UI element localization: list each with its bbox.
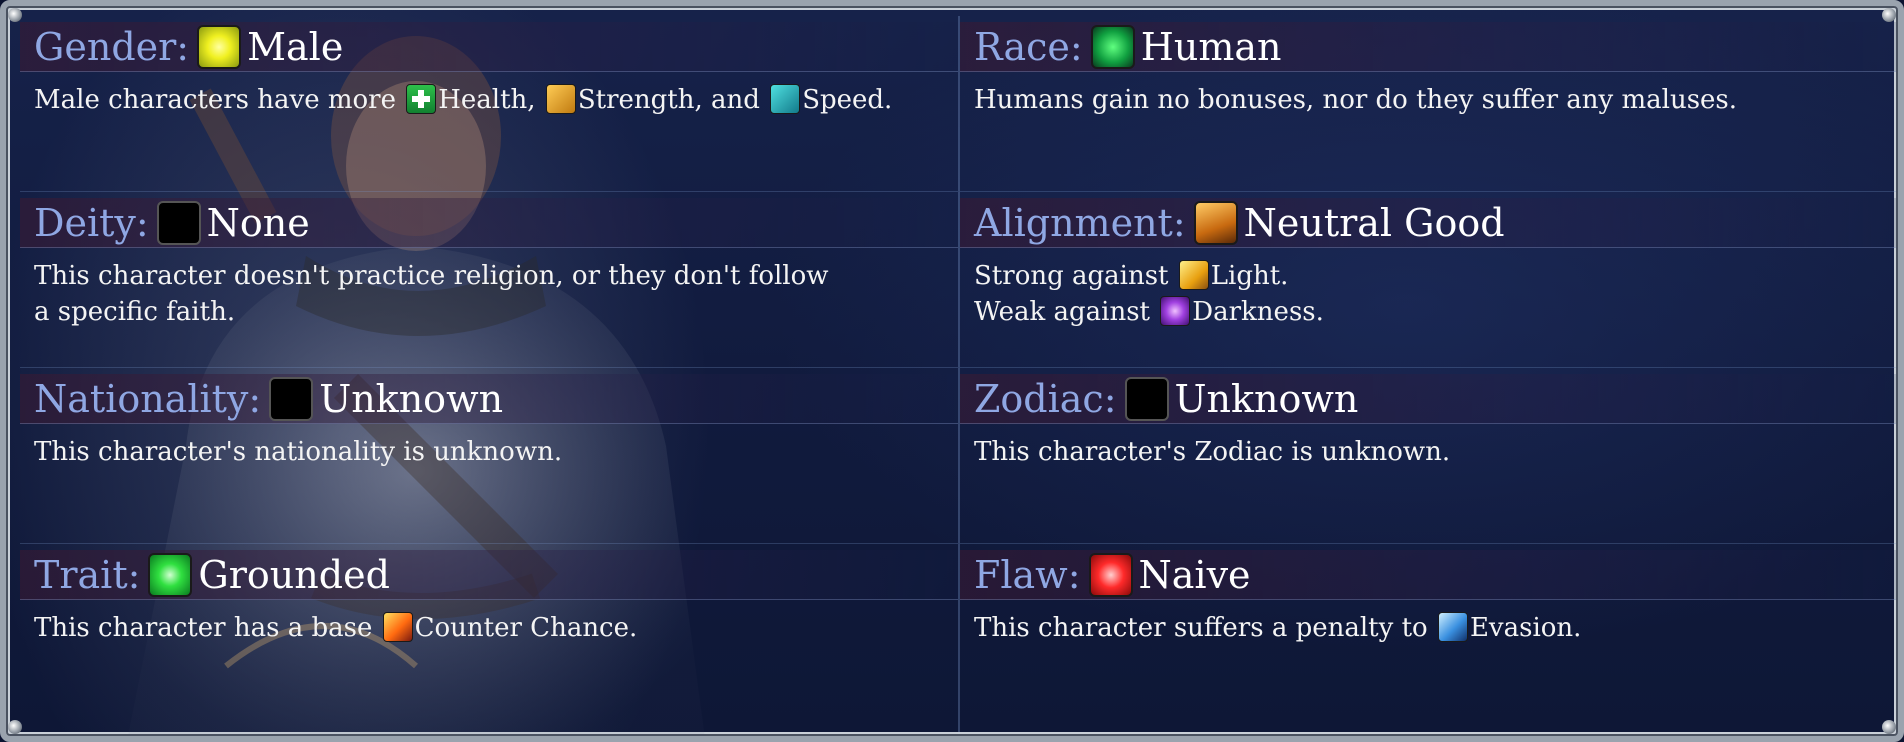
- alignment-header: Alignment: Neutral Good: [960, 198, 1896, 248]
- trait-description: This character has a base Counter Chance…: [34, 610, 948, 646]
- race-human-icon: [1090, 24, 1135, 69]
- speed-term: Speed.: [802, 85, 893, 115]
- zodiac-value: Unknown: [1174, 376, 1359, 421]
- deity-description-line: a specific faith.: [34, 297, 236, 327]
- deity-section: Deity: None This character doesn't pract…: [20, 192, 960, 368]
- deity-value: None: [206, 200, 310, 245]
- nationality-value: Unknown: [319, 376, 504, 421]
- darkness-term: Darkness.: [1192, 297, 1324, 327]
- shield-icon: [1193, 200, 1238, 245]
- gender-label: Gender:: [34, 24, 190, 69]
- counter-chance-icon: [382, 612, 413, 642]
- gender-male-icon: [197, 24, 242, 69]
- light-term: Light.: [1210, 261, 1289, 291]
- desc-text: and: [702, 85, 769, 115]
- evasion-term: Evasion.: [1469, 613, 1582, 643]
- race-label: Race:: [974, 24, 1083, 69]
- zodiac-empty-icon: [1124, 376, 1169, 421]
- flaw-description: This character suffers a penalty to Evas…: [974, 610, 1886, 646]
- deity-description: This character doesn't practice religion…: [34, 258, 948, 330]
- deity-label: Deity:: [34, 200, 149, 245]
- race-description-line: Humans gain no bonuses, nor do they suff…: [974, 85, 1738, 115]
- attributes-grid: Gender: Male Male characters have more H…: [20, 16, 1896, 732]
- desc-text: Male characters have more: [34, 85, 405, 115]
- alignment-value: Neutral Good: [1243, 200, 1505, 245]
- light-icon: [1178, 260, 1209, 290]
- strength-term: Strength,: [577, 85, 703, 115]
- trait-label: Trait:: [34, 552, 141, 597]
- zodiac-header: Zodiac: Unknown: [960, 374, 1896, 424]
- alignment-label: Alignment:: [974, 200, 1186, 245]
- nationality-header: Nationality: Unknown: [20, 374, 958, 424]
- character-info-panel: Gender: Male Male characters have more H…: [0, 0, 1904, 742]
- green-orb-icon: [148, 552, 193, 597]
- deity-empty-icon: [156, 200, 201, 245]
- trait-header: Trait: Grounded: [20, 550, 958, 600]
- race-header: Race: Human: [960, 22, 1896, 72]
- nationality-empty-icon: [269, 376, 314, 421]
- desc-text: Weak against: [974, 297, 1159, 327]
- red-gem-icon: [1088, 552, 1133, 597]
- health-term: Health,: [438, 85, 536, 115]
- trait-section: Trait: Grounded This character has a bas…: [20, 544, 960, 732]
- desc-text: [536, 85, 544, 115]
- nationality-description: This character's nationality is unknown.: [34, 434, 948, 470]
- flaw-label: Flaw:: [974, 552, 1081, 597]
- gender-value: Male: [247, 24, 344, 69]
- alignment-section: Alignment: Neutral Good Strong against L…: [960, 192, 1896, 368]
- darkness-icon: [1160, 296, 1191, 326]
- counter-chance-term: Counter Chance.: [414, 613, 638, 643]
- nationality-label: Nationality:: [34, 376, 262, 421]
- deity-description-line: This character doesn't practice religion…: [34, 261, 829, 291]
- nationality-description-line: This character's nationality is unknown.: [34, 437, 563, 467]
- flaw-section: Flaw: Naive This character suffers a pen…: [960, 544, 1896, 732]
- zodiac-label: Zodiac:: [974, 376, 1117, 421]
- race-section: Race: Human Humans gain no bonuses, nor …: [960, 16, 1896, 192]
- strength-icon: [545, 84, 576, 114]
- nationality-section: Nationality: Unknown This character's na…: [20, 368, 960, 544]
- desc-text: This character has a base: [34, 613, 381, 643]
- speed-icon: [770, 84, 801, 114]
- race-value: Human: [1140, 24, 1282, 69]
- zodiac-description: This character's Zodiac is unknown.: [974, 434, 1886, 470]
- evasion-icon: [1437, 612, 1468, 642]
- desc-text: This character suffers a penalty to: [974, 613, 1436, 643]
- desc-text: Strong against: [974, 261, 1177, 291]
- flaw-value: Naive: [1138, 552, 1251, 597]
- gender-header: Gender: Male: [20, 22, 958, 72]
- zodiac-section: Zodiac: Unknown This character's Zodiac …: [960, 368, 1896, 544]
- alignment-description: Strong against Light. Weak against Darkn…: [974, 258, 1886, 330]
- race-description: Humans gain no bonuses, nor do they suff…: [974, 82, 1886, 118]
- zodiac-description-line: This character's Zodiac is unknown.: [974, 437, 1451, 467]
- health-icon: [406, 84, 437, 114]
- flaw-header: Flaw: Naive: [960, 550, 1896, 600]
- trait-value: Grounded: [198, 552, 390, 597]
- gender-description: Male characters have more Health, Streng…: [34, 82, 948, 118]
- gender-section: Gender: Male Male characters have more H…: [20, 16, 960, 192]
- deity-header: Deity: None: [20, 198, 958, 248]
